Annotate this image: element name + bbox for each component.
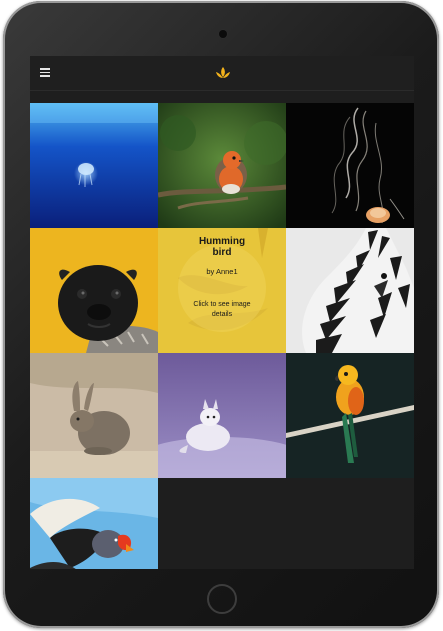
gallery-tile-vulture[interactable] — [30, 478, 158, 569]
gallery-tile-jellyfish-blue[interactable] — [30, 103, 158, 228]
gallery-tile-arctic-fox[interactable] — [158, 353, 286, 478]
top-bar — [30, 56, 414, 91]
overlay-author: by Anne1 — [206, 267, 238, 276]
gallery-tile-robin[interactable] — [158, 103, 286, 228]
lotus-logo-icon — [216, 67, 230, 78]
home-button[interactable] — [207, 584, 237, 614]
gallery-tile-zebra[interactable] — [286, 228, 414, 353]
tablet-device: Humming bird by Anne1 Click to see image… — [3, 1, 439, 628]
overlay-details-link[interactable]: Click to see image details — [182, 300, 262, 320]
hamburger-menu-icon[interactable] — [40, 68, 50, 77]
camera-icon — [219, 30, 227, 38]
gallery-tile-pug[interactable] — [30, 228, 158, 353]
overlay-title: Humming bird — [198, 236, 246, 258]
gallery-tile-jellyfish-dark[interactable] — [286, 103, 414, 228]
image-hover-overlay: Humming bird by Anne1 Click to see image… — [158, 228, 286, 353]
gallery-tile-parrot[interactable] — [286, 353, 414, 478]
gallery-tile-rabbit[interactable] — [30, 353, 158, 478]
gallery-tile-humming-bird[interactable]: Humming bird by Anne1 Click to see image… — [158, 228, 286, 353]
app-screen: Humming bird by Anne1 Click to see image… — [30, 56, 414, 569]
